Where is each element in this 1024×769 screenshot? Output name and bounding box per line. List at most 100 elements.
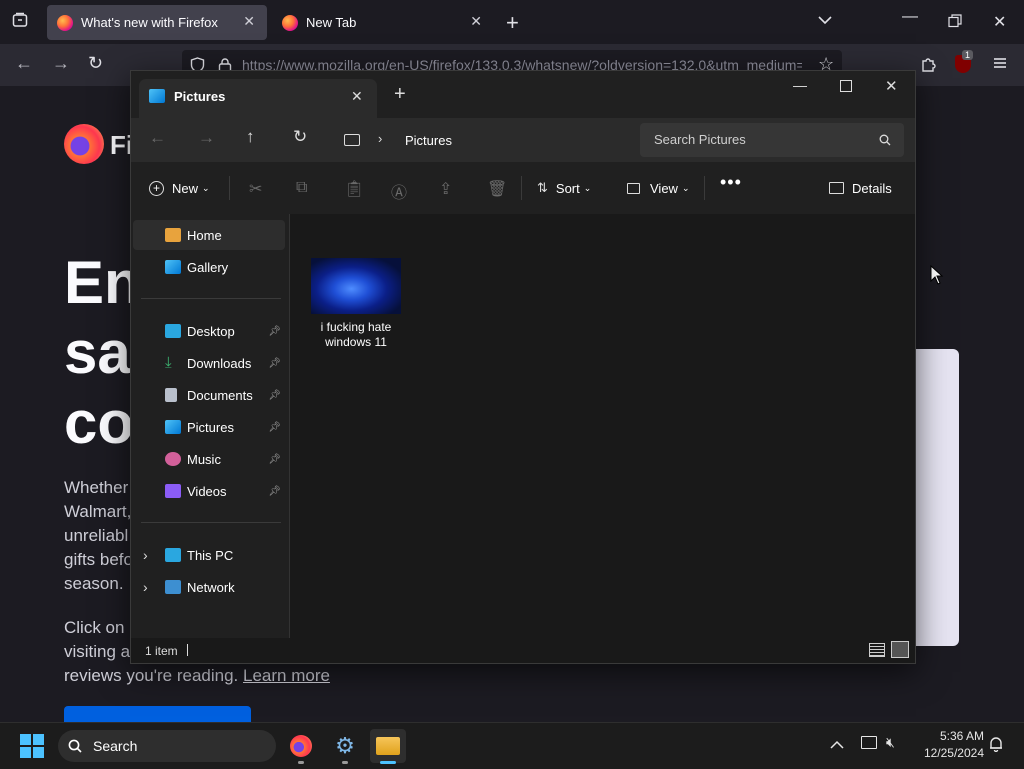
tab-whats-new[interactable]: What's new with Firefox ✕ xyxy=(47,5,267,40)
show-hidden-icons-chevron-icon[interactable] xyxy=(830,737,844,753)
pin-icon[interactable]: 📌︎ xyxy=(268,326,281,337)
sidebar-item-desktop[interactable]: Desktop 📌︎ xyxy=(133,316,285,346)
pin-icon[interactable]: 📌︎ xyxy=(268,358,281,369)
large-icons-view-icon[interactable] xyxy=(891,641,909,658)
folder-icon xyxy=(376,737,400,755)
gear-icon: ⚙ xyxy=(335,733,355,758)
menu-hamburger-icon[interactable] xyxy=(992,55,1008,76)
search-pictures-input[interactable]: Search Pictures xyxy=(640,123,904,157)
sidebar-item-label: This PC xyxy=(187,547,234,563)
new-tab-plus-icon[interactable]: + xyxy=(506,10,519,36)
sidebar-item-network[interactable]: › Network xyxy=(133,572,285,602)
chevron-right-icon[interactable]: › xyxy=(143,579,148,595)
close-window-icon[interactable]: ✕ xyxy=(993,12,1006,32)
home-icon xyxy=(165,228,181,242)
close-tab-icon[interactable]: ✕ xyxy=(243,13,255,30)
taskbar-firefox-app[interactable] xyxy=(283,729,319,764)
sidebar-item-label: Pictures xyxy=(187,419,234,435)
back-arrow-icon[interactable]: ← xyxy=(149,128,166,148)
taskbar-settings-app[interactable]: ⚙ xyxy=(327,729,363,764)
chevron-down-icon: ⌄ xyxy=(202,182,210,193)
more-options-icon[interactable]: ••• xyxy=(720,172,742,193)
taskbar: Search ⚙ 🔇︎ 5:36 AM 12/25/2024 xyxy=(0,722,1024,769)
up-arrow-icon[interactable]: ↑ xyxy=(246,127,255,147)
sort-label: Sort xyxy=(555,180,580,196)
refresh-icon[interactable]: ↻ xyxy=(293,127,307,147)
pin-icon[interactable]: 📌︎ xyxy=(268,486,281,497)
address-bar[interactable]: › Pictures xyxy=(332,118,632,162)
chevron-right-icon: › xyxy=(378,131,383,146)
maximize-icon[interactable] xyxy=(840,80,852,92)
sidebar-item-pictures[interactable]: Pictures 📌︎ xyxy=(133,412,285,442)
sort-button[interactable]: ⇅ Sort ⌄ xyxy=(537,176,591,200)
close-tab-icon[interactable]: ✕ xyxy=(351,88,363,105)
pin-icon[interactable]: 📌︎ xyxy=(268,390,281,401)
network-status-icon[interactable] xyxy=(861,736,877,749)
rename-icon[interactable]: Ⓐ xyxy=(391,179,407,203)
pin-icon[interactable]: 📌︎ xyxy=(268,422,281,433)
tab-title: New Tab xyxy=(306,15,357,30)
pin-icon[interactable]: 📌︎ xyxy=(268,454,281,465)
sidebar-item-label: Home xyxy=(187,227,222,243)
separator xyxy=(187,644,188,656)
sidebar-item-this-pc[interactable]: › This PC xyxy=(133,540,285,570)
desktop-icon xyxy=(165,324,181,338)
minimize-icon[interactable]: — xyxy=(793,77,807,93)
share-icon[interactable]: ⇪ xyxy=(439,179,452,199)
tab-new-tab[interactable]: New Tab ✕ xyxy=(272,5,494,40)
forward-arrow-icon[interactable]: → xyxy=(52,53,70,74)
image-thumbnail xyxy=(311,258,401,314)
view-button[interactable]: View ⌄ xyxy=(627,176,690,200)
details-button[interactable]: Details xyxy=(829,176,892,200)
windows-start-icon[interactable] xyxy=(20,734,44,763)
active-indicator xyxy=(380,761,396,764)
para1-line-1: Whether xyxy=(64,478,129,497)
cut-scissors-icon[interactable]: ✂ xyxy=(249,179,262,199)
minimize-icon[interactable]: — xyxy=(902,8,918,26)
back-arrow-icon[interactable]: ← xyxy=(15,53,33,74)
close-tab-icon[interactable]: ✕ xyxy=(470,13,482,30)
para2-line-3: reviews you're reading. xyxy=(64,666,239,685)
firefox-logo-icon xyxy=(57,14,73,31)
new-tab-plus-icon[interactable]: + xyxy=(394,83,406,106)
firefox-view-icon[interactable] xyxy=(12,12,28,28)
file-name-line-1: i fucking hate xyxy=(320,320,392,334)
copy-icon[interactable]: ⧉ xyxy=(296,179,307,197)
firefox-tab-bar: What's new with Firefox ✕ New Tab ✕ + — … xyxy=(0,0,1024,44)
explorer-title-bar: Pictures ✕ + — ✕ xyxy=(131,71,915,118)
sort-arrows-icon: ⇅ xyxy=(537,180,548,195)
delete-trash-icon[interactable]: 🗑︎ xyxy=(487,179,507,199)
details-view-icon[interactable] xyxy=(869,643,885,657)
forward-arrow-icon[interactable]: → xyxy=(198,128,215,148)
hero-line-2: sa xyxy=(64,319,131,386)
download-button[interactable] xyxy=(64,706,251,722)
sidebar-item-gallery[interactable]: Gallery xyxy=(133,252,285,282)
explorer-tab-pictures[interactable]: Pictures ✕ xyxy=(139,79,377,118)
clock-date[interactable]: 12/25/2024 xyxy=(918,746,984,760)
sidebar-item-label: Downloads xyxy=(187,355,252,371)
extensions-puzzle-icon[interactable] xyxy=(920,56,937,78)
sidebar-item-documents[interactable]: Documents 📌︎ xyxy=(133,380,285,410)
navigation-pane: Home Gallery Desktop 📌︎ ⤓ Downloads 📌︎ D… xyxy=(131,214,290,638)
paste-clipboard-icon[interactable]: 📋︎ xyxy=(344,179,364,199)
reload-icon[interactable]: ↻ xyxy=(88,53,103,74)
restore-icon[interactable] xyxy=(948,14,962,33)
sidebar-item-home[interactable]: Home xyxy=(133,220,285,250)
notification-bell-icon[interactable] xyxy=(989,736,1003,755)
new-button[interactable]: + New ⌄ xyxy=(149,176,210,200)
sidebar-item-videos[interactable]: Videos 📌︎ xyxy=(133,476,285,506)
clock-time[interactable]: 5:36 AM xyxy=(934,729,984,743)
volume-muted-icon[interactable]: 🔇︎ xyxy=(886,734,895,751)
sidebar-item-music[interactable]: Music 📌︎ xyxy=(133,444,285,474)
chevron-right-icon[interactable]: › xyxy=(143,547,148,563)
learn-more-link[interactable]: Learn more xyxy=(243,664,330,688)
sidebar-item-downloads[interactable]: ⤓ Downloads 📌︎ xyxy=(133,348,285,378)
taskbar-search-box[interactable]: Search xyxy=(58,730,276,762)
breadcrumb-pictures[interactable]: Pictures xyxy=(405,133,452,148)
explorer-command-bar: + New ⌄ ✂ ⧉ 📋︎ Ⓐ ⇪ 🗑︎ ⇅ Sort ⌄ View ⌄ ••… xyxy=(131,162,915,215)
file-item[interactable]: i fucking hate windows 11 xyxy=(310,258,402,353)
monitor-icon xyxy=(344,134,360,146)
list-all-tabs-chevron-icon[interactable] xyxy=(817,12,833,33)
taskbar-file-explorer-app[interactable] xyxy=(370,729,406,764)
close-window-icon[interactable]: ✕ xyxy=(885,77,898,95)
